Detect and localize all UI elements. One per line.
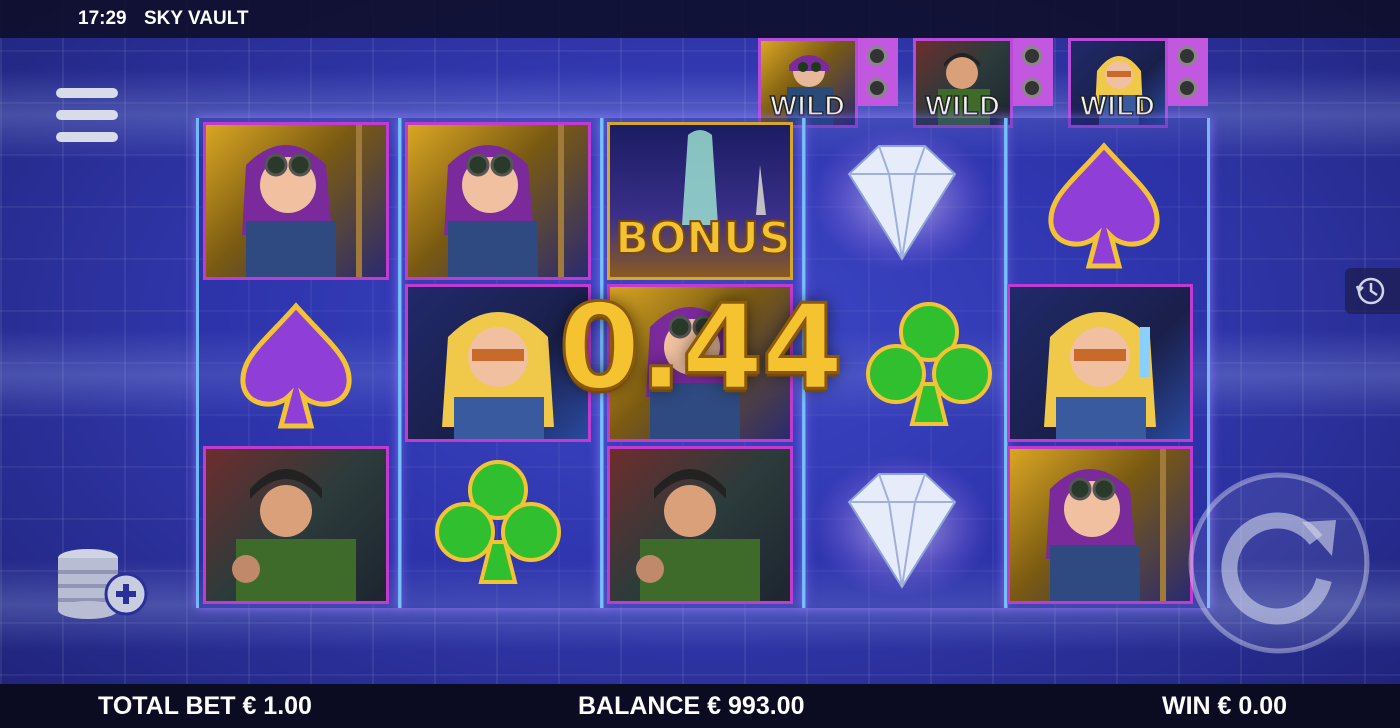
balance-display: BALANCE € 993.00 [578,692,805,720]
spin-arrow-icon [1188,472,1370,654]
spade-icon [1048,142,1160,269]
thief-man-symbol [203,446,389,604]
purple-spade-symbol [203,288,389,446]
bonus-label: BONUS [614,212,791,265]
win-amount-display: 0.44 [557,277,845,418]
wild-indicator-thief: WILD [913,38,1053,130]
diamond-icon [812,127,992,271]
spade-icon [240,302,352,429]
spy-woman-symbol [405,122,591,280]
coins-stack-icon [58,549,148,619]
win-display: WIN € 0.00 [1162,692,1288,720]
wild-indicator-blonde: WILD [1068,38,1208,130]
spy-woman-icon [242,125,362,277]
spin-button[interactable] [1186,470,1372,656]
diamond-symbol [809,124,995,282]
diamond-icon [812,455,992,599]
top-bar: 17:29 SKY VAULT [0,0,1400,38]
indicator-light-icon [1177,46,1197,66]
bottom-bar: TOTAL BET € 1.00 BALANCE € 993.00 WIN € … [0,684,1400,728]
wild-indicator-lights [1168,38,1208,106]
spy-woman-icon [1046,449,1166,601]
thief-man-symbol [607,446,793,604]
indicator-light-icon [1022,46,1042,66]
menu-icon [56,88,118,98]
menu-icon [56,110,118,120]
wild-indicator-spy: WILD [758,38,898,130]
bonus-symbol: BONUS [607,122,793,280]
total-bet-display: TOTAL BET € 1.00 [98,692,312,720]
clock-history-icon [1355,277,1385,305]
wild-indicator-lights [858,38,898,106]
game-title: SKY VAULT [144,8,249,29]
indicator-light-icon [867,46,887,66]
history-button[interactable] [1345,268,1400,314]
wild-indicator-lights [1013,38,1053,106]
indicator-light-icon [1177,78,1197,98]
bet-settings-button[interactable] [56,548,148,624]
menu-button[interactable] [56,88,118,146]
purple-spade-symbol [1011,128,1197,286]
blonde-woman-icon [1044,312,1156,439]
clock: 17:29 [78,8,127,29]
spy-woman-symbol [203,122,389,280]
indicator-light-icon [867,78,887,98]
spy-woman-icon [444,125,564,277]
menu-icon [56,132,118,142]
club-icon [435,460,561,584]
blonde-woman-symbol [1007,284,1193,442]
thief-man-icon [232,469,356,601]
green-club-symbol [405,446,591,604]
spy-woman-symbol [1007,446,1193,604]
indicator-light-icon [1022,78,1042,98]
diamond-symbol [809,452,995,610]
thief-man-icon [636,469,760,601]
